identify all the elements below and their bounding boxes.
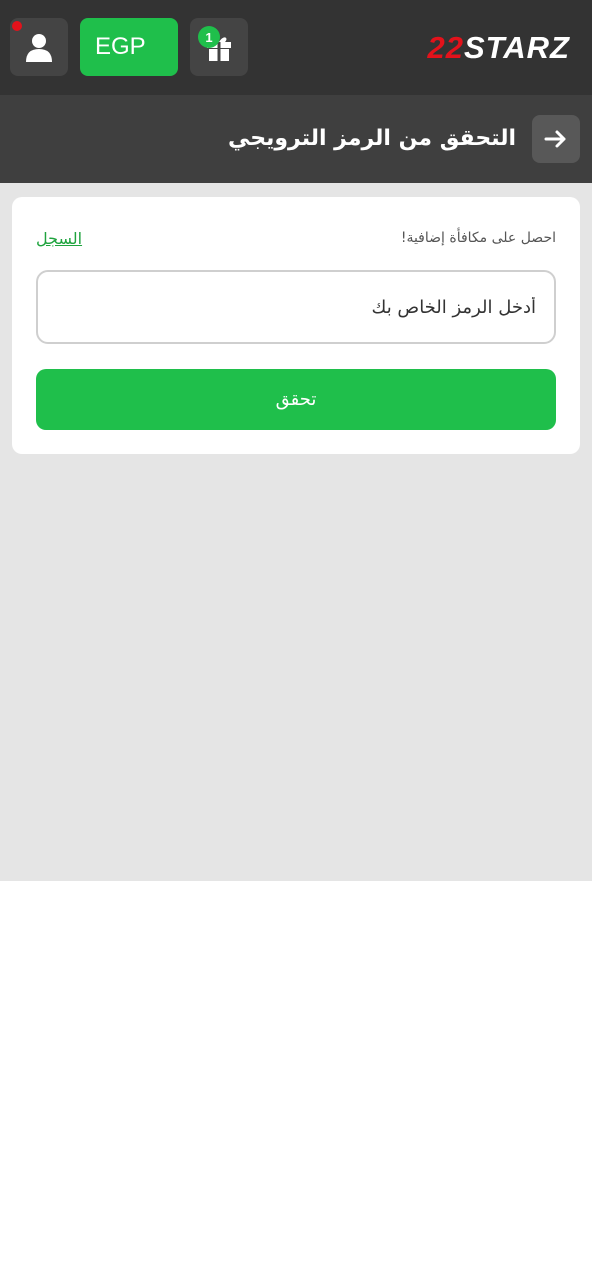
notification-dot — [12, 21, 22, 31]
currency-label: EGP — [95, 33, 146, 60]
brand-logo[interactable]: 22 STARZ — [427, 30, 570, 66]
page-title: التحقق من الرمز الترويجي — [227, 126, 516, 151]
user-icon — [26, 34, 52, 62]
back-button[interactable] — [532, 115, 580, 163]
logo-word: STARZ — [463, 30, 570, 65]
promo-code-input[interactable] — [36, 270, 556, 344]
verify-button[interactable]: تحقق — [36, 369, 556, 430]
logo-number: 22 — [427, 30, 464, 65]
arrow-right-icon — [544, 130, 566, 148]
gift-badge: 1 — [198, 26, 220, 48]
gift-button[interactable]: 1 — [190, 18, 248, 76]
profile-button[interactable] — [10, 18, 68, 76]
currency-button[interactable]: EGP — [80, 18, 178, 76]
register-link[interactable]: السجل — [36, 229, 82, 248]
bonus-text: احصل على مكافأة إضافية! — [400, 230, 556, 246]
